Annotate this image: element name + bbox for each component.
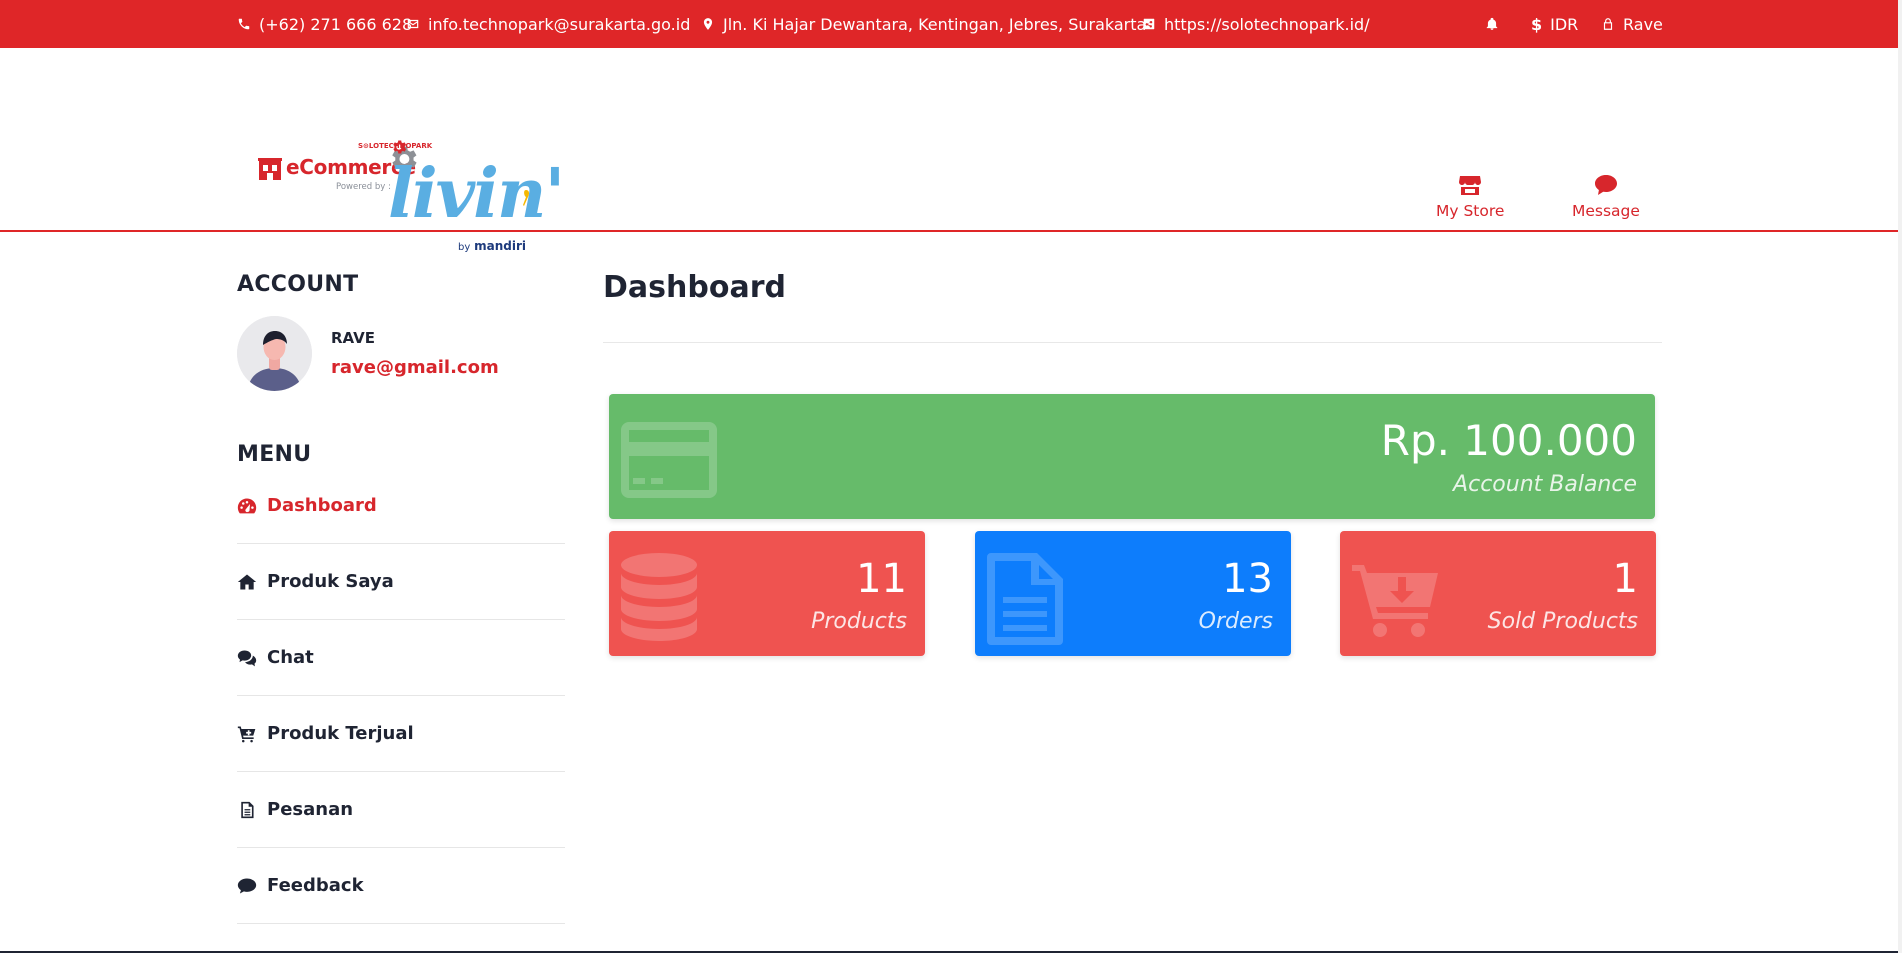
by-prefix: by [458, 242, 471, 253]
orders-label: Orders [1198, 609, 1273, 634]
document-icon [241, 801, 254, 818]
products-card[interactable]: 11 Products [609, 531, 925, 656]
menu-label-produk-saya: Produk Saya [267, 571, 394, 592]
website-text: https://solotechnopark.id/ [1164, 14, 1370, 34]
sold-products-card[interactable]: 1 Sold Products [1340, 531, 1656, 656]
top-info-bar: (+62) 271 666 628 info.technopark@suraka… [0, 0, 1898, 48]
map-marker-icon [703, 18, 713, 30]
menu-label-chat: Chat [267, 647, 314, 668]
phone-icon [238, 18, 250, 30]
menu-item-chat[interactable]: Chat [237, 620, 565, 696]
message-link[interactable]: Message [1572, 174, 1640, 220]
store-logo-icon [258, 158, 282, 180]
title-divider [603, 342, 1662, 343]
orders-card[interactable]: 13 Orders [975, 531, 1291, 656]
topbar-phone[interactable]: (+62) 271 666 628 [237, 0, 412, 48]
home-icon [237, 574, 257, 589]
account-email[interactable]: rave@gmail.com [331, 357, 499, 378]
comment-icon [237, 878, 257, 893]
my-store-link[interactable]: My Store [1436, 174, 1504, 220]
envelope-icon [407, 19, 419, 29]
notifications-button[interactable] [1485, 0, 1499, 48]
menu-label-pesanan: Pesanan [267, 799, 354, 820]
site-logo[interactable]: eCommerce S⊙LOTECHNOPARK Powered by : li… [258, 90, 565, 253]
avatar[interactable] [237, 316, 312, 391]
account-name: RAVE [331, 329, 375, 347]
dollar-icon: $ [1531, 14, 1543, 34]
products-value: 11 [856, 556, 907, 602]
lock-icon [1603, 18, 1613, 30]
user-account-link[interactable]: Rave [1601, 0, 1663, 48]
bell-icon [1486, 17, 1498, 30]
balance-label: Account Balance [1453, 472, 1637, 497]
database-icon [619, 553, 699, 641]
currency-text: IDR [1550, 14, 1579, 34]
chat-bubbles-icon [237, 650, 257, 666]
menu-item-feedback[interactable]: Feedback [237, 848, 565, 924]
file-text-icon [987, 553, 1063, 645]
sold-products-value: 1 [1612, 556, 1638, 602]
livin-wordmark: livin' [388, 154, 565, 234]
account-balance-card[interactable]: Rp. 100.000 Account Balance [609, 394, 1655, 519]
menu-item-dashboard[interactable]: Dashboard [237, 468, 565, 544]
yellow-accent-icon [523, 190, 530, 206]
credit-card-icon [621, 422, 717, 498]
cart-download-icon [1352, 565, 1438, 637]
user-avatar-icon [237, 316, 312, 391]
cart-plus-icon [237, 726, 256, 742]
orders-value: 13 [1222, 556, 1273, 602]
menu-item-produk-terjual[interactable]: Produk Terjual [237, 696, 565, 772]
store-icon [1459, 176, 1482, 195]
phone-text: (+62) 271 666 628 [259, 14, 413, 34]
products-label: Products [811, 609, 907, 634]
my-store-label: My Store [1436, 202, 1505, 220]
account-heading: ACCOUNT [237, 272, 359, 297]
menu-item-pesanan[interactable]: Pesanan [237, 772, 565, 848]
menu-label-dashboard: Dashboard [267, 495, 377, 516]
user-text: Rave [1623, 14, 1663, 34]
address-text: Jln. Ki Hajar Dewantara, Kentingan, Jebr… [723, 14, 1147, 34]
solotechnopark-wordmark: S⊙LOTECHNOPARK [358, 142, 433, 150]
balance-value: Rp. 100.000 [1380, 416, 1637, 465]
menu-heading: MENU [237, 442, 312, 467]
speech-bubble-icon [1594, 175, 1617, 195]
topbar-address[interactable]: Jln. Ki Hajar Dewantara, Kentingan, Jebr… [701, 0, 1146, 48]
menu-label-feedback: Feedback [267, 875, 364, 896]
by-mandiri-wordmark: by mandiri [458, 239, 526, 253]
share-square-icon [1143, 18, 1155, 30]
email-text: info.technopark@surakarta.go.id [428, 14, 691, 34]
menu-label-produk-terjual: Produk Terjual [267, 723, 414, 744]
sold-products-label: Sold Products [1487, 609, 1638, 634]
topbar-website[interactable]: https://solotechnopark.id/ [1142, 0, 1370, 48]
page-title: Dashboard [603, 270, 786, 305]
dashboard-gauge-icon [237, 498, 257, 513]
powered-by-text: Powered by : [336, 182, 391, 192]
site-header: eCommerce S⊙LOTECHNOPARK Powered by : li… [0, 48, 1898, 253]
mandiri-text: mandiri [474, 239, 526, 253]
currency-selector[interactable]: $ IDR [1531, 0, 1578, 48]
message-label: Message [1572, 202, 1640, 220]
menu-item-produk-saya[interactable]: Produk Saya [237, 544, 565, 620]
scrollbar-track[interactable] [1898, 0, 1902, 953]
topbar-email[interactable]: info.technopark@surakarta.go.id [406, 0, 690, 48]
